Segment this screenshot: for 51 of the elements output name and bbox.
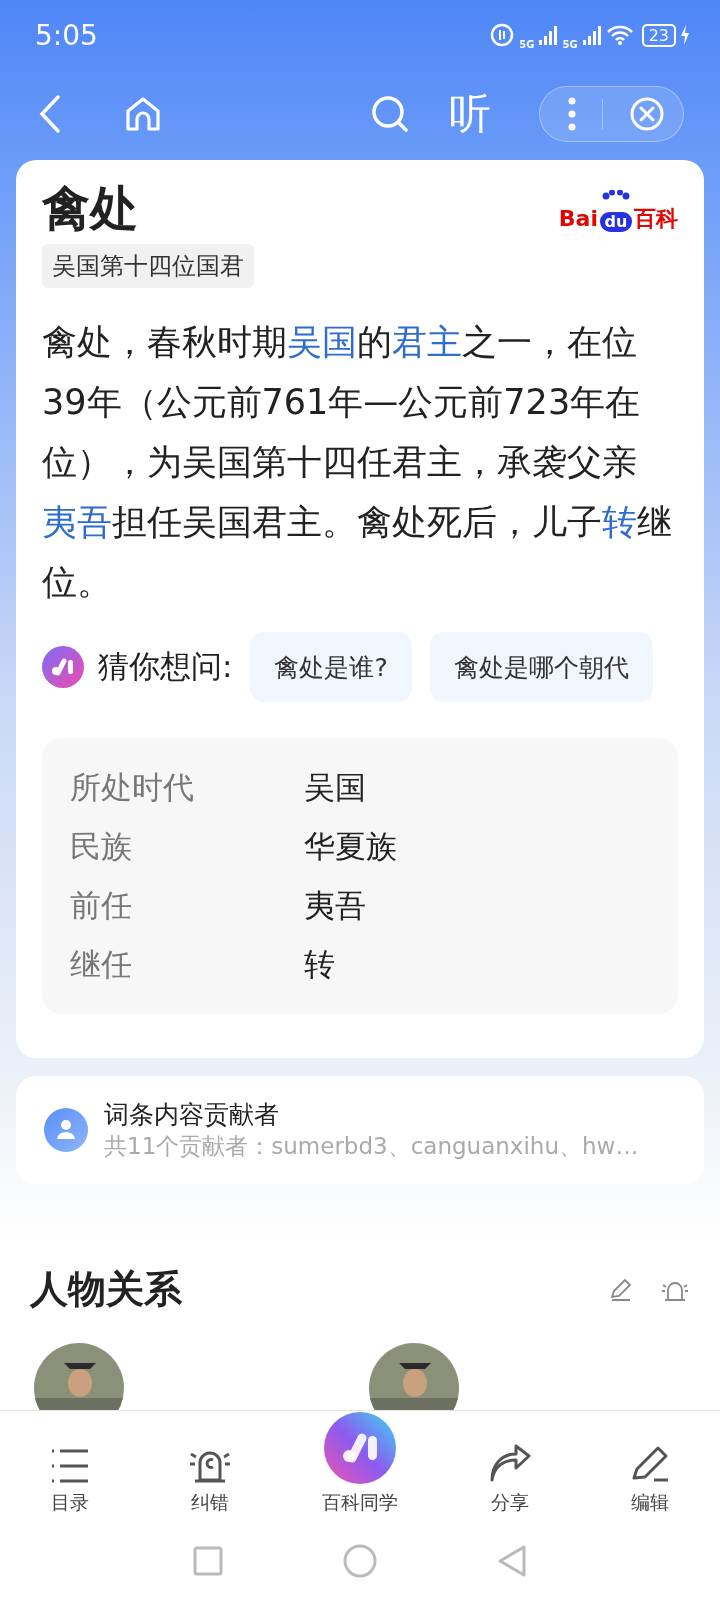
logo: Bai du 百科 <box>558 190 678 232</box>
fact-value: 华夏族 <box>304 826 397 866</box>
more-icon[interactable] <box>568 97 576 131</box>
home-circle-icon[interactable] <box>343 1544 377 1578</box>
data-saver-icon <box>489 22 516 48</box>
share-icon <box>488 1444 532 1484</box>
summary-link[interactable]: 夷吾 <box>42 502 112 542</box>
contributors-card[interactable]: 词条内容贡献者 共11个贡献者：sumerbd3、canguanxihu、hw… <box>16 1076 704 1184</box>
list-button[interactable]: 目录 <box>20 1448 120 1516</box>
question-chip[interactable]: 禽处是哪个朝代 <box>429 632 653 702</box>
network-type-label: 5G <box>519 38 535 50</box>
contributors-list: 共11个贡献者：sumerbd3、canguanxihu、hw… <box>104 1131 639 1162</box>
close-icon[interactable] <box>629 96 665 132</box>
list-icon <box>50 1448 90 1484</box>
wifi-icon <box>605 24 634 46</box>
ai-icon <box>42 646 84 688</box>
signal-icon <box>581 24 602 46</box>
summary-link[interactable]: 吴国 <box>287 322 357 362</box>
fact-label: 所处时代 <box>70 767 195 807</box>
search-icon[interactable] <box>371 95 409 133</box>
network-type-label: 5G <box>562 38 578 50</box>
recents-icon[interactable] <box>193 1546 223 1576</box>
fact-value: 转 <box>304 944 335 984</box>
summary-link[interactable]: 君主 <box>392 322 462 362</box>
alarm-button[interactable]: 纠错 <box>160 1444 260 1516</box>
section-title: 人物关系 <box>30 1266 183 1313</box>
back-icon[interactable] <box>38 94 62 134</box>
summary-paragraph: 禽处，春秋时期吴国的君主之一，在位39年（公元前761年—公元前723年在位），为吴国第十四任君主，承袭父亲 夷吾担任吴国君主。禽处死后，儿子转继位。 <box>42 321 673 604</box>
edit-button[interactable]: 编辑 <box>600 1444 700 1516</box>
user-icon <box>44 1108 88 1152</box>
charging-icon <box>680 25 690 45</box>
ai-assistant-button[interactable]: 百科同学 <box>300 1412 420 1516</box>
contributors-title: 词条内容贡献者 <box>104 1099 280 1131</box>
summary-link[interactable]: 转 <box>602 502 637 542</box>
fact-label: 民族 <box>70 826 133 866</box>
share-button[interactable]: 分享 <box>460 1444 560 1516</box>
entry-tag: 吴国第十四位国君 <box>42 244 254 288</box>
guess-label: 猜你想问: <box>98 647 233 686</box>
back-triangle-icon[interactable] <box>497 1544 527 1578</box>
entry-title: 禽处 <box>42 179 138 238</box>
fact-value: 夷吾 <box>304 885 366 925</box>
home-icon[interactable] <box>124 95 162 133</box>
fact-label: 继任 <box>70 944 133 984</box>
edit-icon[interactable] <box>608 1276 634 1303</box>
status-time: 5:05 <box>35 18 98 52</box>
edit-icon <box>630 1444 670 1484</box>
battery-indicator: 23 <box>641 23 676 47</box>
fact-label: 前任 <box>70 885 133 925</box>
fact-value: 吴国 <box>304 767 366 807</box>
signal-icon <box>538 24 559 46</box>
question-chip[interactable]: 禽处是谁? <box>250 632 412 702</box>
